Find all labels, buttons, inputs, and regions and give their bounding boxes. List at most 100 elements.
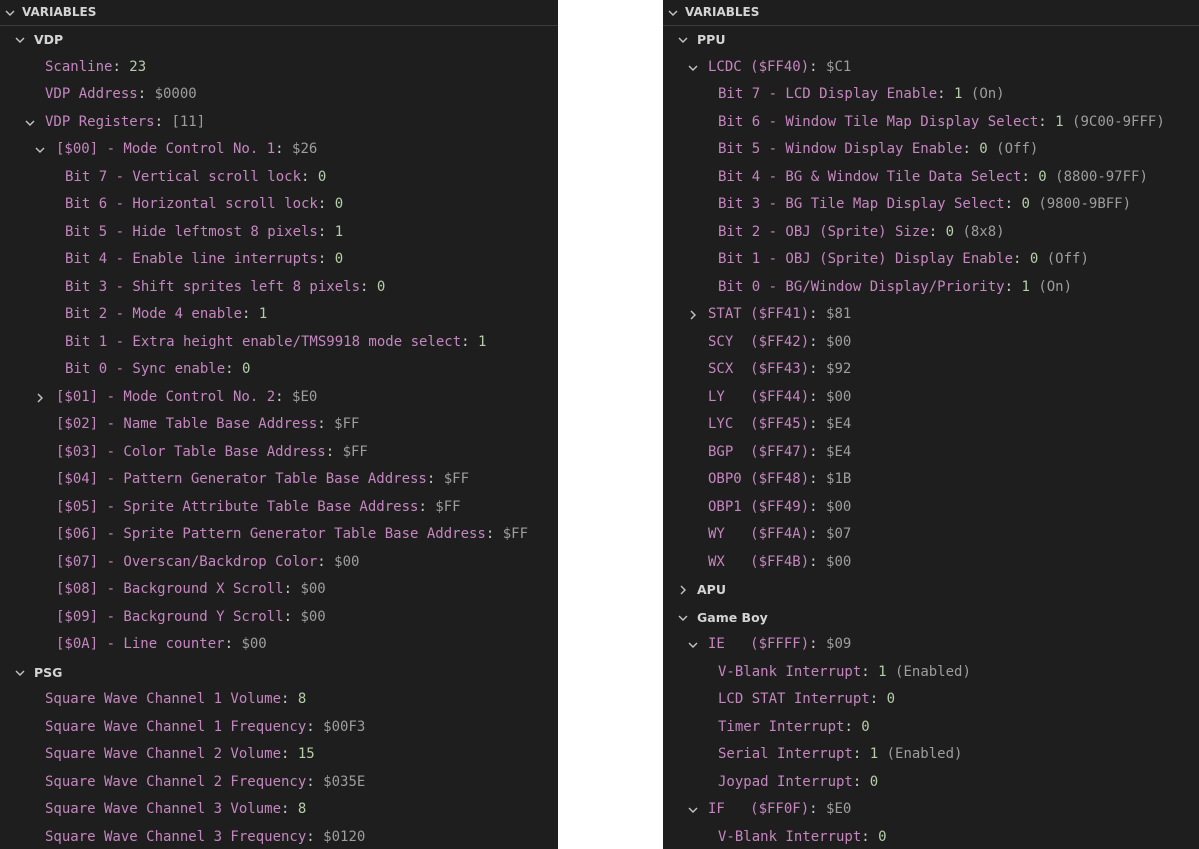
name-separator: : bbox=[809, 553, 827, 570]
chevron-down-icon[interactable] bbox=[34, 136, 50, 164]
variable-row[interactable]: Bit 0 - Sync enable: 0 bbox=[0, 356, 558, 384]
variable-name: Square Wave Channel 2 Frequency bbox=[45, 773, 307, 790]
scope-row[interactable]: PPU bbox=[663, 26, 1199, 54]
variable-value: 0 bbox=[861, 718, 870, 735]
variable-row[interactable]: BGP ($FF47): $E4 bbox=[663, 439, 1199, 467]
variable-label: VDP bbox=[34, 26, 63, 55]
name-separator: : bbox=[1013, 251, 1030, 267]
chevron-down-icon[interactable] bbox=[24, 109, 40, 137]
scope-row[interactable]: Game Boy bbox=[663, 604, 1199, 632]
variable-label: Square Wave Channel 3 Volume: 8 bbox=[45, 796, 306, 824]
variable-row[interactable]: Bit 5 - Window Display Enable: 0 (Off) bbox=[663, 136, 1199, 164]
variable-row[interactable]: LYC ($FF45): $E4 bbox=[663, 411, 1199, 439]
variable-row[interactable]: Bit 3 - BG Tile Map Display Select: 0 (9… bbox=[663, 191, 1199, 219]
variable-row[interactable]: Bit 5 - Hide leftmost 8 pixels: 1 bbox=[0, 219, 558, 247]
variable-row[interactable]: WX ($FF4B): $00 bbox=[663, 549, 1199, 577]
variable-row[interactable]: V-Blank Interrupt: 1 (Enabled) bbox=[663, 659, 1199, 687]
variable-value: $0120 bbox=[323, 828, 366, 845]
chevron-right-icon[interactable] bbox=[34, 384, 50, 412]
name-separator: : bbox=[809, 636, 827, 652]
variable-row[interactable]: [$09] - Background Y Scroll: $00 bbox=[0, 604, 558, 632]
variable-value: 0 bbox=[878, 828, 887, 845]
scope-row[interactable]: VDP bbox=[0, 26, 558, 54]
variable-row[interactable]: Bit 3 - Shift sprites left 8 pixels: 0 bbox=[0, 274, 558, 302]
variable-label: Square Wave Channel 2 Volume: 15 bbox=[45, 741, 315, 769]
variable-value: $C1 bbox=[826, 58, 852, 75]
variable-row[interactable]: Square Wave Channel 3 Frequency: $0120 bbox=[0, 824, 558, 849]
variable-row[interactable]: Bit 6 - Window Tile Map Display Select: … bbox=[663, 109, 1199, 137]
variable-row[interactable]: [$00] - Mode Control No. 1: $26 bbox=[0, 136, 558, 164]
variable-name: [$01] - Mode Control No. 2 bbox=[56, 388, 276, 405]
chevron-down-icon[interactable] bbox=[687, 54, 703, 82]
variable-row[interactable]: Square Wave Channel 2 Frequency: $035E bbox=[0, 769, 558, 797]
variable-row[interactable]: LCD STAT Interrupt: 0 bbox=[663, 686, 1199, 714]
chevron-down-icon[interactable] bbox=[677, 604, 693, 632]
variable-row[interactable]: SCY ($FF42): $00 bbox=[663, 329, 1199, 357]
variable-row[interactable]: Square Wave Channel 1 Volume: 8 bbox=[0, 686, 558, 714]
chevron-down-icon[interactable] bbox=[667, 0, 683, 28]
chevron-down-icon[interactable] bbox=[4, 0, 20, 28]
variable-row[interactable]: Bit 2 - Mode 4 enable: 1 bbox=[0, 301, 558, 329]
variables-section-header[interactable]: VARIABLES bbox=[0, 0, 558, 26]
chevron-down-icon[interactable] bbox=[677, 26, 693, 54]
variable-name: V-Blank Interrupt bbox=[718, 663, 862, 680]
name-separator: : bbox=[1021, 168, 1039, 185]
variable-row[interactable]: OBP1 ($FF49): $00 bbox=[663, 494, 1199, 522]
variable-row[interactable]: LCDC ($FF40): $C1 bbox=[663, 54, 1199, 82]
variable-label: WY ($FF4A): $07 bbox=[708, 521, 851, 549]
variable-row[interactable]: [$03] - Color Table Base Address: $FF bbox=[0, 439, 558, 467]
variable-value: $00 bbox=[334, 553, 360, 570]
variable-row[interactable]: Bit 1 - Extra height enable/TMS9918 mode… bbox=[0, 329, 558, 357]
variable-row[interactable]: STAT ($FF41): $81 bbox=[663, 301, 1199, 329]
variable-row[interactable]: [$01] - Mode Control No. 2: $E0 bbox=[0, 384, 558, 412]
value-annotation: (8x8) bbox=[962, 223, 1005, 240]
variable-row[interactable]: Scanline: 23 bbox=[0, 54, 558, 82]
name-separator: : bbox=[281, 746, 298, 762]
variable-row[interactable]: Bit 2 - OBJ (Sprite) Size: 0 (8x8) bbox=[663, 219, 1199, 247]
variable-row[interactable]: Bit 0 - BG/Window Display/Priority: 1 (O… bbox=[663, 274, 1199, 302]
variable-row[interactable]: SCX ($FF43): $92 bbox=[663, 356, 1199, 384]
variable-row[interactable]: [$05] - Sprite Attribute Table Base Addr… bbox=[0, 494, 558, 522]
variable-row[interactable]: Timer Interrupt: 0 bbox=[663, 714, 1199, 742]
chevron-right-icon[interactable] bbox=[677, 576, 693, 604]
variable-row[interactable]: OBP0 ($FF48): $1B bbox=[663, 466, 1199, 494]
chevron-down-icon[interactable] bbox=[14, 659, 30, 687]
name-separator: : bbox=[809, 416, 827, 432]
variable-row[interactable]: VDP Registers: [11] bbox=[0, 109, 558, 137]
chevron-down-icon[interactable] bbox=[687, 796, 703, 824]
variable-row[interactable]: [$04] - Pattern Generator Table Base Add… bbox=[0, 466, 558, 494]
variable-label: LY ($FF44): $00 bbox=[708, 384, 851, 412]
variable-row[interactable]: Square Wave Channel 1 Frequency: $00F3 bbox=[0, 714, 558, 742]
variable-row[interactable]: Joypad Interrupt: 0 bbox=[663, 769, 1199, 797]
variable-name: Bit 1 - OBJ (Sprite) Display Enable bbox=[718, 251, 1014, 267]
variable-row[interactable]: [$06] - Sprite Pattern Generator Table B… bbox=[0, 521, 558, 549]
variable-row[interactable]: [$02] - Name Table Base Address: $FF bbox=[0, 411, 558, 439]
variable-row[interactable]: WY ($FF4A): $07 bbox=[663, 521, 1199, 549]
variable-row[interactable]: Serial Interrupt: 1 (Enabled) bbox=[663, 741, 1199, 769]
variable-row[interactable]: LY ($FF44): $00 bbox=[663, 384, 1199, 412]
scope-row[interactable]: APU bbox=[663, 576, 1199, 604]
variable-row[interactable]: Bit 7 - LCD Display Enable: 1 (On) bbox=[663, 81, 1199, 109]
chevron-right-icon[interactable] bbox=[687, 301, 703, 329]
chevron-down-icon[interactable] bbox=[687, 631, 703, 659]
variable-row[interactable]: IF ($FF0F): $E0 bbox=[663, 796, 1199, 824]
variable-row[interactable]: V-Blank Interrupt: 0 bbox=[663, 824, 1199, 849]
variable-row[interactable]: IE ($FFFF): $09 bbox=[663, 631, 1199, 659]
variable-row[interactable]: [$08] - Background X Scroll: $00 bbox=[0, 576, 558, 604]
variable-row[interactable]: Square Wave Channel 3 Volume: 8 bbox=[0, 796, 558, 824]
variable-name: LCD STAT Interrupt bbox=[718, 691, 870, 707]
variables-section-header[interactable]: VARIABLES bbox=[663, 0, 1199, 26]
variable-row[interactable]: Bit 7 - Vertical scroll lock: 0 bbox=[0, 164, 558, 192]
variable-name: [$09] - Background Y Scroll bbox=[56, 608, 284, 625]
variable-row[interactable]: [$07] - Overscan/Backdrop Color: $00 bbox=[0, 549, 558, 577]
variable-name: Bit 7 - LCD Display Enable bbox=[718, 86, 938, 102]
variable-row[interactable]: VDP Address: $0000 bbox=[0, 81, 558, 109]
variable-row[interactable]: Bit 6 - Horizontal scroll lock: 0 bbox=[0, 191, 558, 219]
variable-row[interactable]: [$0A] - Line counter: $00 bbox=[0, 631, 558, 659]
chevron-down-icon[interactable] bbox=[14, 26, 30, 54]
variable-row[interactable]: Bit 4 - Enable line interrupts: 0 bbox=[0, 246, 558, 274]
scope-row[interactable]: PSG bbox=[0, 659, 558, 687]
variable-row[interactable]: Bit 4 - BG & Window Tile Data Select: 0 … bbox=[663, 164, 1199, 192]
variable-row[interactable]: Bit 1 - OBJ (Sprite) Display Enable: 0 (… bbox=[663, 246, 1199, 274]
variable-row[interactable]: Square Wave Channel 2 Volume: 15 bbox=[0, 741, 558, 769]
